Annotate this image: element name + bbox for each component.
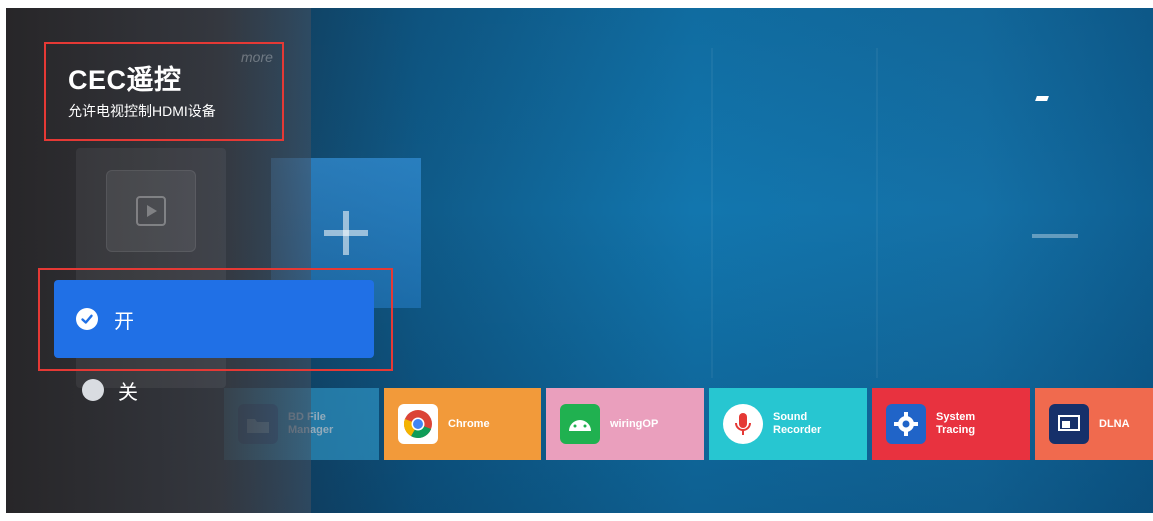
chrome-icon [398,404,438,444]
panel-subtitle: 允许电视控制HDMI设备 [68,103,216,119]
option-label: 关 [118,381,138,404]
plus-icon [324,211,368,255]
app-name: wiringOP [610,417,659,430]
option-on[interactable]: 开 [54,280,374,358]
panel-title: CEC遥控 [68,65,182,95]
app-name: Chrome [448,417,490,430]
app-tile-sound-recorder[interactable]: Sound Recorder [709,388,867,460]
scroll-indicator [1035,96,1049,101]
background-divider [711,48,713,378]
app-tile-dlna[interactable]: DLNA [1035,388,1153,460]
option-label: 开 [114,310,134,333]
microphone-icon [723,404,763,444]
app-name: DLNA [1099,417,1130,430]
app-tile-system-tracing[interactable]: System Tracing [872,388,1030,460]
radio-icon [82,379,104,401]
app-name: Sound Recorder [773,411,822,436]
video-icon [106,170,196,252]
app-tile-chrome[interactable]: Chrome [384,388,541,460]
check-icon [76,308,98,330]
scroll-bar [1032,234,1078,238]
gear-icon [886,404,926,444]
option-off[interactable]: 关 [68,370,268,410]
android-icon [560,404,600,444]
background-divider [876,48,878,378]
app-name: System Tracing [936,411,976,436]
app-tile-wiringop[interactable]: wiringOP [546,388,704,460]
tv-screen: BD FileManager Chrome [6,8,1153,513]
cast-icon [1049,404,1089,444]
